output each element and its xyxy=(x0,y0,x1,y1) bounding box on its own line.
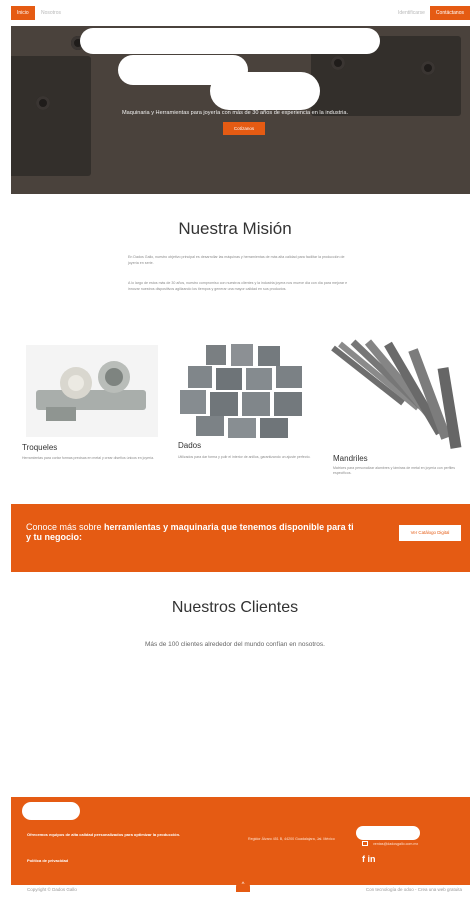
digital-catalog-button[interactable]: Ver Catálogo Digital xyxy=(399,525,461,541)
mision-paragraph: En Dados Gallo, nuestro objetivo princip… xyxy=(128,255,345,265)
privacy-policy-link[interactable]: Política de privacidad xyxy=(27,858,68,863)
top-navigation: Inicio Nosotros Identificarse Contáctano… xyxy=(0,0,470,24)
mision-paragraph: A lo largo de estos más de 30 años, nues… xyxy=(128,281,348,291)
mision-heading: Nuestra Misión xyxy=(178,219,292,238)
nav-home-button[interactable]: Inicio xyxy=(11,6,35,20)
social-links[interactable]: f in xyxy=(362,854,376,864)
powered-by-link[interactable]: Con tecnología de odoo - Crea una web gr… xyxy=(366,887,462,892)
redacted-footer-contact xyxy=(356,826,420,840)
hero-bolt xyxy=(421,61,435,75)
hero-bolt xyxy=(36,96,50,110)
cta-text-plain: Conoce más sobre xyxy=(26,522,105,532)
copyright-text: Copyright © Dados Gallo xyxy=(27,887,77,892)
redacted-hero-title xyxy=(80,28,380,54)
redacted-hero-title xyxy=(210,72,320,110)
mail-icon xyxy=(362,841,368,846)
nav-login-link[interactable]: Identificarse xyxy=(398,6,425,20)
scroll-to-top-button[interactable]: ^ xyxy=(236,880,250,892)
hero-machine-plate xyxy=(11,56,91,176)
quote-button[interactable]: Cotízanos xyxy=(223,122,265,135)
nav-about-link[interactable]: Nosotros xyxy=(41,6,61,20)
clientes-heading: Nuestros Clientes xyxy=(171,599,299,616)
hero-subtitle: Maquinaria y Herramientas para joyería c… xyxy=(121,110,349,116)
cta-text: Conoce más sobre herramientas y maquinar… xyxy=(26,522,356,542)
troqueles-image xyxy=(26,345,158,437)
redacted-footer-logo xyxy=(22,802,80,820)
nav-contact-button[interactable]: Contáctanos xyxy=(429,6,470,20)
hero-bolt xyxy=(331,56,345,70)
mandriles-title: Mandriles xyxy=(333,454,368,463)
mandriles-description: Matrices para personalizar alambres y lá… xyxy=(333,466,455,475)
footer-tagline: Ofrecemos equipos de alta calidad person… xyxy=(27,832,181,837)
footer-email-link[interactable]: ventas@dadosgallo.com.mx xyxy=(373,842,418,846)
troqueles-description: Herramientas para cortar formas precisas… xyxy=(22,456,155,460)
mandriles-image xyxy=(328,338,468,453)
troqueles-title: Troqueles xyxy=(22,443,58,452)
clientes-subtitle: Más de 100 clientes alrededor del mundo … xyxy=(145,641,325,648)
dados-image xyxy=(176,340,316,440)
dados-description: Utilizados para dar forma y pulir el int… xyxy=(178,455,311,459)
dados-title: Dados xyxy=(178,441,202,450)
footer-address: Regidor Álvaro 451 B, 44200 Guadalajara,… xyxy=(248,837,335,841)
